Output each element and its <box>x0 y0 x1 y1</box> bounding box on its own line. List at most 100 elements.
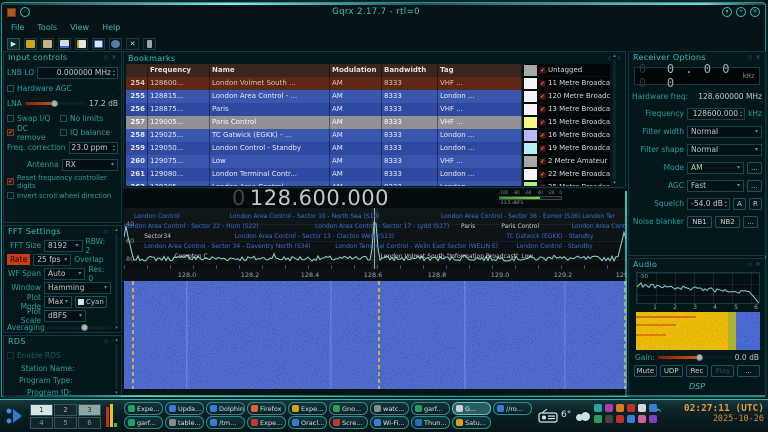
nb1-button[interactable]: NB1 <box>687 216 712 228</box>
nb2-button[interactable]: NB2 <box>715 216 740 228</box>
tag-checkbox[interactable]: ✓ <box>539 67 546 74</box>
device-button[interactable] <box>143 38 156 50</box>
offset-lcd-display[interactable]: 0 0 0 . 0 0 0 kHz <box>634 67 760 85</box>
desktop-2[interactable]: 2 <box>54 404 77 416</box>
desktop-4[interactable]: 4 <box>30 417 53 429</box>
column-header[interactable]: Name <box>210 64 330 77</box>
task-oracl[interactable]: Oracl... <box>288 416 327 429</box>
column-header[interactable]: Bandwidth <box>382 64 438 77</box>
tag-checkbox[interactable]: ✓ <box>539 119 546 126</box>
rate-select[interactable]: 25 fps▾ <box>33 254 71 266</box>
desktop-3[interactable]: 3 <box>78 404 101 416</box>
spinner-arrows-icon[interactable]: ▴▾ <box>740 110 742 116</box>
tag-row[interactable]: ✓19 Metre Broadcas... <box>524 142 610 155</box>
desktop-6[interactable]: 6 <box>78 417 101 429</box>
close-icon[interactable]: ✕ <box>756 261 761 268</box>
task-garf[interactable]: garf... <box>124 416 163 429</box>
task-expe[interactable]: Expe... <box>124 402 163 415</box>
averaging-slider[interactable] <box>48 326 111 329</box>
table-row[interactable]: 256128875...ParisAM8333VHF ... <box>126 103 522 116</box>
plot-mode-select[interactable]: Max▾ <box>44 296 72 308</box>
update-icon[interactable] <box>616 404 624 412</box>
task-g[interactable]: G... <box>452 402 491 415</box>
tag-row[interactable]: ✓15 Metre Broadcas... <box>524 116 610 129</box>
udp-button[interactable]: UDP <box>660 365 683 377</box>
float-icon[interactable]: ◇ <box>104 338 109 345</box>
tag-row[interactable]: ✓13 Metre Broadcas... <box>524 103 610 116</box>
reset-digits-checkbox[interactable]: ✓ <box>7 178 14 185</box>
agc-select[interactable]: Fast▾ <box>687 180 744 192</box>
mute-button[interactable]: Mute <box>634 365 657 377</box>
freq-correction-input[interactable]: 23.0 ppm▴▾ <box>69 142 118 154</box>
table-row[interactable]: 259129050...London Control - StandbyAM83… <box>126 142 522 155</box>
iq-tool-icon[interactable] <box>24 38 37 50</box>
table-row[interactable]: 255128815...London Area Control - ...AM8… <box>126 90 522 103</box>
tag-row[interactable]: ✓11 Metre Broadcas... <box>524 77 610 90</box>
antenna-select[interactable]: RX▾ <box>62 159 118 171</box>
pin-button[interactable]: ◦ <box>20 7 30 17</box>
close-button[interactable]: ✕ <box>750 7 760 17</box>
task-dolphin[interactable]: Dolphin <box>206 402 245 415</box>
tag-row[interactable]: ✓120 Metre Broadc... <box>524 90 610 103</box>
fft-scrollbar[interactable]: ▴▾ <box>113 227 120 331</box>
filter-width-select[interactable]: Normal▾ <box>687 126 762 138</box>
float-icon[interactable]: ◇ <box>748 261 753 268</box>
record-iq-button[interactable] <box>75 38 88 50</box>
spinner-arrows-icon[interactable]: ▴▾ <box>113 144 115 150</box>
tag-row[interactable]: ✓Untagged <box>524 64 610 77</box>
screenshot-button[interactable] <box>92 38 105 50</box>
column-header[interactable] <box>126 64 148 77</box>
tag-checkbox[interactable]: ✓ <box>539 93 546 100</box>
snow-icon[interactable] <box>638 404 646 412</box>
plot-scale-select[interactable]: dBFS▾ <box>44 310 86 322</box>
tag-row[interactable]: ✓16 Metre Broadcas... <box>524 129 610 142</box>
table-row[interactable]: 254128600...London Volmet South ...AM833… <box>126 77 522 90</box>
minimize-button[interactable]: ▾ <box>722 7 732 17</box>
app-launcher-icon[interactable] <box>4 406 26 426</box>
bookmarks-scrollbar[interactable]: ▴▾ <box>611 53 618 186</box>
start-dsp-button[interactable]: ▶ <box>7 38 20 50</box>
desktop-5[interactable]: 5 <box>54 417 77 429</box>
hardware-agc-checkbox[interactable]: ✓ <box>7 85 14 92</box>
save-file-button[interactable] <box>58 38 71 50</box>
agc-options-button[interactable]: ... <box>747 180 762 192</box>
media-icon[interactable] <box>605 404 613 412</box>
mode-options-button[interactable]: ... <box>747 162 762 174</box>
virtual-desktop-pager[interactable]: 1 2 3 4 5 6 <box>30 404 101 429</box>
tag-checkbox[interactable]: ✓ <box>539 80 546 87</box>
mode-select[interactable]: AM▾ <box>687 162 744 174</box>
window-select[interactable]: Hamming▾ <box>44 282 111 294</box>
close-icon[interactable]: ✕ <box>112 54 117 61</box>
tag-row[interactable]: ✓2 Metre Amateur ... <box>524 155 610 168</box>
chat-icon[interactable] <box>638 415 646 423</box>
menu-help[interactable]: Help <box>102 23 120 32</box>
averaging-slider-handle[interactable] <box>81 324 88 331</box>
table-row[interactable]: 261129080...London Terminal Contr...AM83… <box>126 168 522 181</box>
open-file-button[interactable] <box>41 38 54 50</box>
table-row[interactable]: 260129075...LowAM8333VHF ... <box>126 155 522 168</box>
desktop-1[interactable]: 1 <box>30 404 53 416</box>
task-expe[interactable]: Expe... <box>288 402 327 415</box>
tools-button[interactable]: ✕ <box>126 38 139 50</box>
task-expe[interactable]: Expe... <box>247 416 286 429</box>
squelch-reset-button[interactable]: R <box>749 198 762 210</box>
tag-checkbox[interactable]: ✓ <box>539 184 546 187</box>
weather-temp[interactable]: 6° <box>561 410 571 420</box>
tray-expand-icon[interactable]: ^ <box>654 408 662 419</box>
lna-slider[interactable] <box>25 102 86 105</box>
task-thun[interactable]: Thun... <box>411 416 450 429</box>
network-icon[interactable] <box>594 404 602 412</box>
play-button[interactable]: Play <box>711 365 734 377</box>
tag-row[interactable]: ✓22 Metre Broadcas... <box>524 168 610 181</box>
gain-slider-handle[interactable] <box>696 354 703 361</box>
cloud-icon[interactable] <box>574 412 590 421</box>
tag-list[interactable]: ✓Untagged✓11 Metre Broadcas...✓120 Metre… <box>524 64 610 186</box>
remote-control-button[interactable] <box>109 38 122 50</box>
swap-iq-checkbox[interactable]: ✓ <box>7 115 14 122</box>
tag-checkbox[interactable]: ✓ <box>539 145 546 152</box>
menu-tools[interactable]: Tools <box>37 23 57 32</box>
table-row[interactable]: 258129025...TC Gatwick (EGKK) - ...AM833… <box>126 129 522 142</box>
lna-slider-handle[interactable] <box>51 100 58 107</box>
task-firefox[interactable]: Firefox <box>247 402 286 415</box>
task-tm[interactable]: /tm... <box>206 416 245 429</box>
